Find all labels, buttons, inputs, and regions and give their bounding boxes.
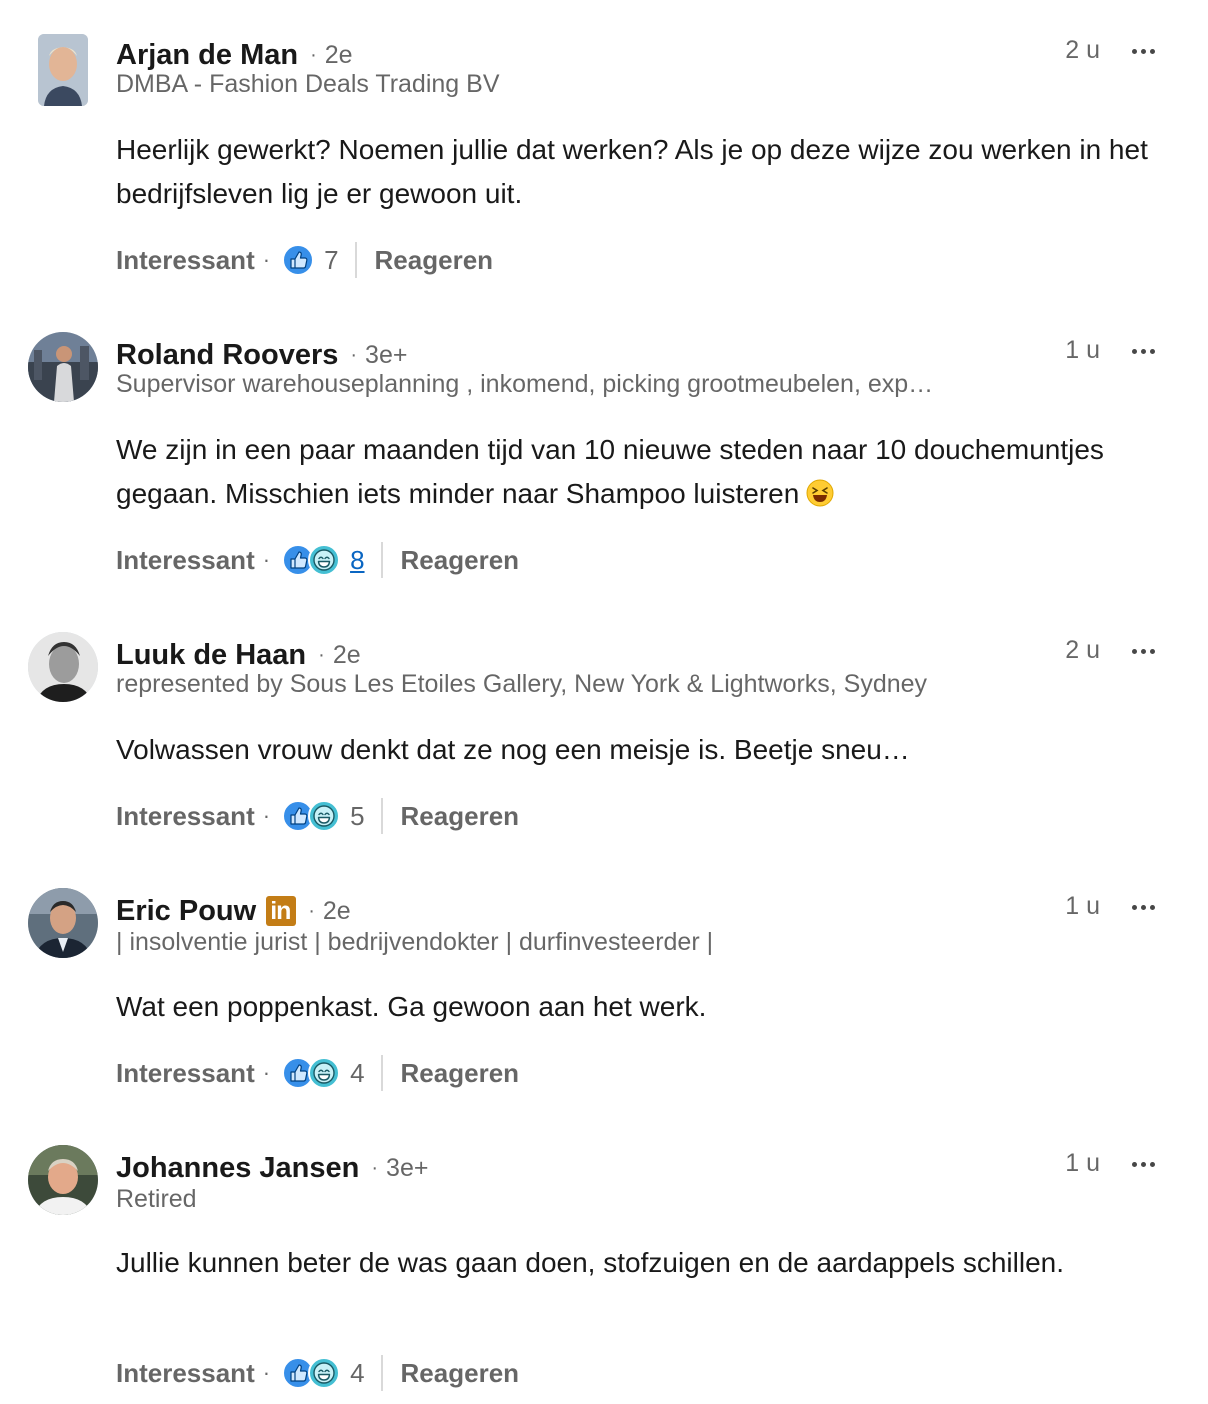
comment-actions: Interessant · 4 Reageren	[116, 1353, 519, 1393]
reply-button[interactable]: Reageren	[375, 245, 494, 276]
comment-actions: Interessant · 8 Reageren	[116, 540, 519, 580]
avatar[interactable]	[28, 1145, 98, 1215]
timestamp: 1 u	[1065, 1149, 1100, 1177]
author-headline: DMBA - Fashion Deals Trading BV	[116, 70, 500, 98]
avatar[interactable]	[28, 332, 98, 402]
reaction-count[interactable]: 4	[350, 1358, 364, 1389]
divider	[380, 542, 383, 578]
comment-text: We zijn in een paar maanden tijd van 10 …	[116, 434, 1104, 509]
reactions[interactable]	[282, 1057, 340, 1089]
reaction-count[interactable]: 7	[324, 245, 338, 276]
avatar[interactable]	[38, 34, 88, 106]
reply-button[interactable]: Reageren	[401, 801, 520, 832]
timestamp: 1 u	[1065, 336, 1100, 364]
more-horizontal-icon	[1131, 48, 1137, 54]
linkedin-premium-icon: in	[266, 896, 297, 926]
avatar[interactable]	[28, 888, 98, 958]
comment-text: Volwassen vrouw denkt dat ze nog een mei…	[116, 734, 910, 765]
more-options-button[interactable]	[1126, 890, 1160, 924]
separator: ·	[262, 803, 271, 828]
connection-degree: · 2e	[310, 40, 353, 69]
reactions[interactable]	[282, 1357, 340, 1389]
divider	[380, 1355, 383, 1391]
separator: ·	[262, 1360, 271, 1385]
like-reaction-icon	[282, 244, 314, 276]
separator: ·	[262, 1060, 271, 1085]
funny-reaction-icon	[308, 1057, 340, 1089]
author-headline: Retired	[116, 1185, 197, 1213]
like-button[interactable]: Interessant	[116, 801, 255, 832]
like-button[interactable]: Interessant	[116, 1358, 255, 1389]
author-name[interactable]: Luuk de Haan	[116, 639, 306, 672]
comment-text: Wat een poppenkast. Ga gewoon aan het we…	[116, 991, 707, 1022]
comment-actions: Interessant · 4 Reageren	[116, 1053, 519, 1093]
reactions[interactable]	[282, 244, 314, 276]
comment-actions: Interessant · 5 Reageren	[116, 796, 519, 836]
timestamp: 1 u	[1065, 892, 1100, 920]
avatar[interactable]	[28, 632, 98, 702]
more-horizontal-icon	[1131, 1161, 1137, 1167]
reactions[interactable]	[282, 800, 340, 832]
connection-degree: · 3e+	[371, 1153, 429, 1182]
connection-degree: · 2e	[318, 640, 361, 669]
laughing-emoji	[806, 479, 834, 507]
reactions[interactable]	[282, 544, 340, 576]
author-headline: represented by Sous Les Etoiles Gallery,…	[116, 670, 928, 698]
divider	[380, 1055, 383, 1091]
reaction-count[interactable]: 5	[350, 801, 364, 832]
more-options-button[interactable]	[1126, 334, 1160, 368]
reply-button[interactable]: Reageren	[401, 545, 520, 576]
author-name[interactable]: Roland Roovers	[116, 339, 338, 372]
reaction-count[interactable]: 8	[350, 545, 364, 576]
funny-reaction-icon	[308, 1357, 340, 1389]
separator: ·	[262, 547, 271, 572]
reaction-count[interactable]: 4	[350, 1058, 364, 1089]
more-options-button[interactable]	[1126, 634, 1160, 668]
divider	[380, 798, 383, 834]
timestamp: 2 u	[1065, 636, 1100, 664]
more-horizontal-icon	[1131, 904, 1137, 910]
comment-text: Jullie kunnen beter de was gaan doen, st…	[116, 1247, 1064, 1278]
like-button[interactable]: Interessant	[116, 245, 255, 276]
more-options-button[interactable]	[1126, 1147, 1160, 1181]
connection-degree: · 3e+	[350, 340, 408, 369]
more-horizontal-icon	[1131, 348, 1137, 354]
timestamp: 2 u	[1065, 36, 1100, 64]
more-options-button[interactable]	[1126, 34, 1160, 68]
author-headline: Supervisor warehouseplanning , inkomend,…	[116, 370, 934, 398]
author-name[interactable]: Johannes Jansen	[116, 1152, 359, 1185]
author-name[interactable]: Eric Pouw	[116, 895, 256, 928]
separator: ·	[262, 247, 271, 272]
reply-button[interactable]: Reageren	[401, 1058, 520, 1089]
divider	[354, 242, 357, 278]
reply-button[interactable]: Reageren	[401, 1358, 520, 1389]
more-horizontal-icon	[1131, 648, 1137, 654]
author-name[interactable]: Arjan de Man	[116, 39, 298, 72]
like-button[interactable]: Interessant	[116, 545, 255, 576]
comment-actions: Interessant · 7 Reageren	[116, 240, 493, 280]
author-headline: | insolventie jurist | bedrijvendokter |…	[116, 928, 714, 956]
connection-degree: · 2e	[308, 896, 351, 925]
comment-text: Heerlijk gewerkt? Noemen jullie dat werk…	[116, 134, 1148, 209]
like-button[interactable]: Interessant	[116, 1058, 255, 1089]
funny-reaction-icon	[308, 800, 340, 832]
funny-reaction-icon	[308, 544, 340, 576]
